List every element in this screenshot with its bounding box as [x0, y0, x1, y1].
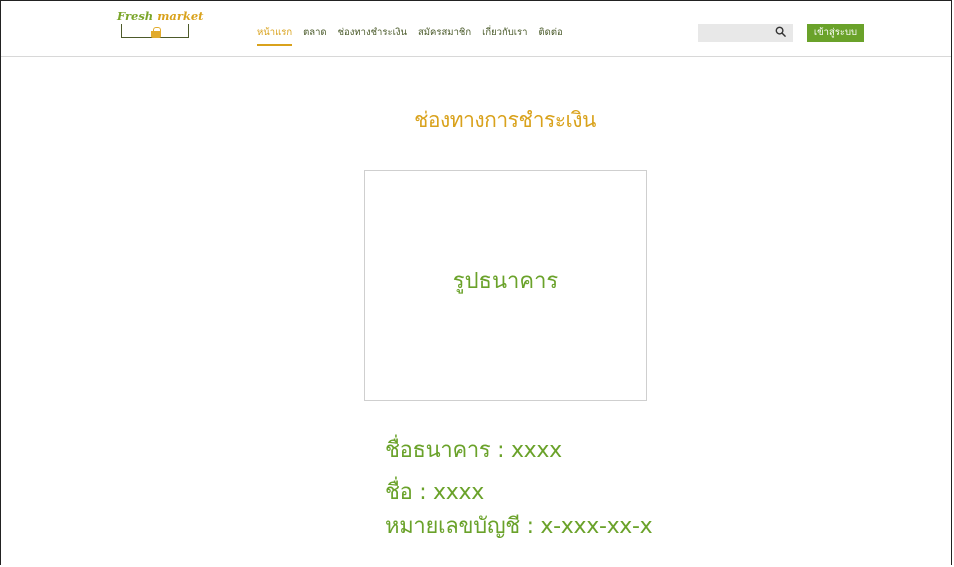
search-input[interactable] — [698, 24, 793, 42]
nav-item-market[interactable]: ตลาด — [303, 25, 327, 46]
search-icon[interactable] — [775, 26, 786, 37]
account-number-text: หมายเลขบัญชี : x-xxx-xx-x — [385, 514, 653, 539]
basket-icon — [151, 27, 161, 38]
bank-name-text: ชื่อธนาคาร : xxxx — [385, 438, 562, 463]
top-navbar: Fresh market หน้าแรก ตลาด ช่องทางชำระเงิ… — [1, 1, 951, 57]
account-name-text: ชื่อ : xxxx — [385, 480, 484, 505]
nav-item-payment[interactable]: ช่องทางชำระเงิน — [338, 25, 407, 46]
nav-item-contact[interactable]: ติดต่อ — [538, 25, 562, 46]
bank-image-label: รูปธนาคาร — [452, 269, 559, 294]
main-nav: หน้าแรก ตลาด ช่องทางชำระเงิน สมัครสมาชิก… — [257, 25, 574, 46]
login-button[interactable]: เข้าสู่ระบบ — [807, 24, 864, 42]
logo-word-market: market — [157, 9, 204, 23]
nav-item-register[interactable]: สมัครสมาชิก — [418, 25, 471, 46]
fresh-market-logo[interactable]: Fresh market — [117, 9, 203, 45]
bank-image-placeholder: รูปธนาคาร — [364, 170, 647, 401]
logo-word-fresh: Fresh — [117, 9, 154, 23]
page-title: ช่องทางการชำระเงิน — [414, 108, 596, 132]
nav-item-about[interactable]: เกี่ยวกับเรา — [482, 25, 527, 46]
nav-item-home[interactable]: หน้าแรก — [257, 25, 293, 46]
logo-wordmark: Fresh market — [117, 9, 203, 23]
